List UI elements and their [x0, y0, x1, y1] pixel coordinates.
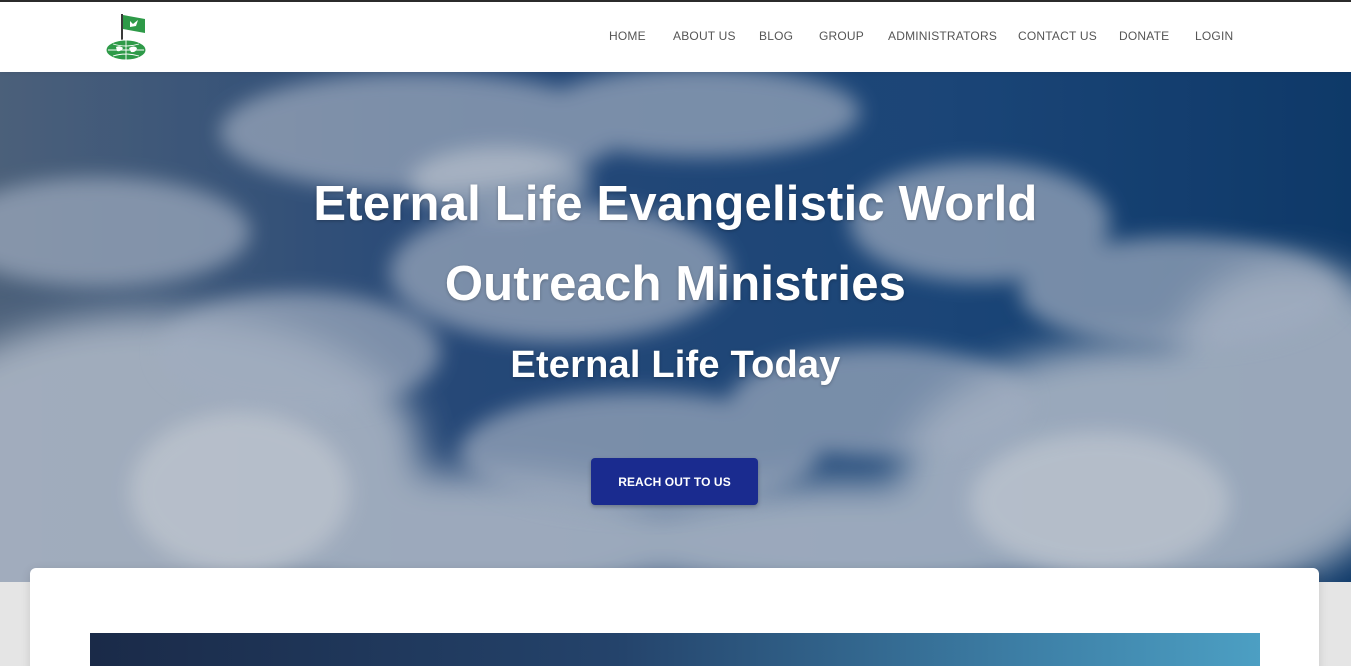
nav-administrators[interactable]: ADMINISTRATORS	[888, 29, 997, 43]
featured-image	[90, 633, 1260, 666]
page: HOME ABOUT US BLOG GROUP ADMINISTRATORS …	[0, 0, 1351, 666]
nav-donate[interactable]: DONATE	[1119, 29, 1169, 43]
hero-subtitle: Eternal Life Today	[510, 344, 841, 386]
nav-contact-us[interactable]: CONTACT US	[1018, 29, 1097, 43]
reach-out-button[interactable]: REACH OUT TO US	[591, 458, 758, 505]
content-card	[30, 568, 1319, 666]
nav-blog[interactable]: BLOG	[759, 29, 793, 43]
cloudy-sky-background	[0, 72, 1351, 582]
hero-section: Eternal Life Evangelistic World Outreach…	[0, 72, 1351, 582]
nav-login[interactable]: LOGIN	[1195, 29, 1233, 43]
hero-title-line-1: Eternal Life Evangelistic World	[313, 177, 1038, 231]
ministry-logo-icon[interactable]	[104, 12, 150, 62]
nav-about-us[interactable]: ABOUT US	[673, 29, 736, 43]
nav-group[interactable]: GROUP	[819, 29, 864, 43]
hero-title-line-2: Outreach Ministries	[444, 257, 907, 311]
nav-home[interactable]: HOME	[609, 29, 646, 43]
top-navbar: HOME ABOUT US BLOG GROUP ADMINISTRATORS …	[0, 0, 1351, 72]
